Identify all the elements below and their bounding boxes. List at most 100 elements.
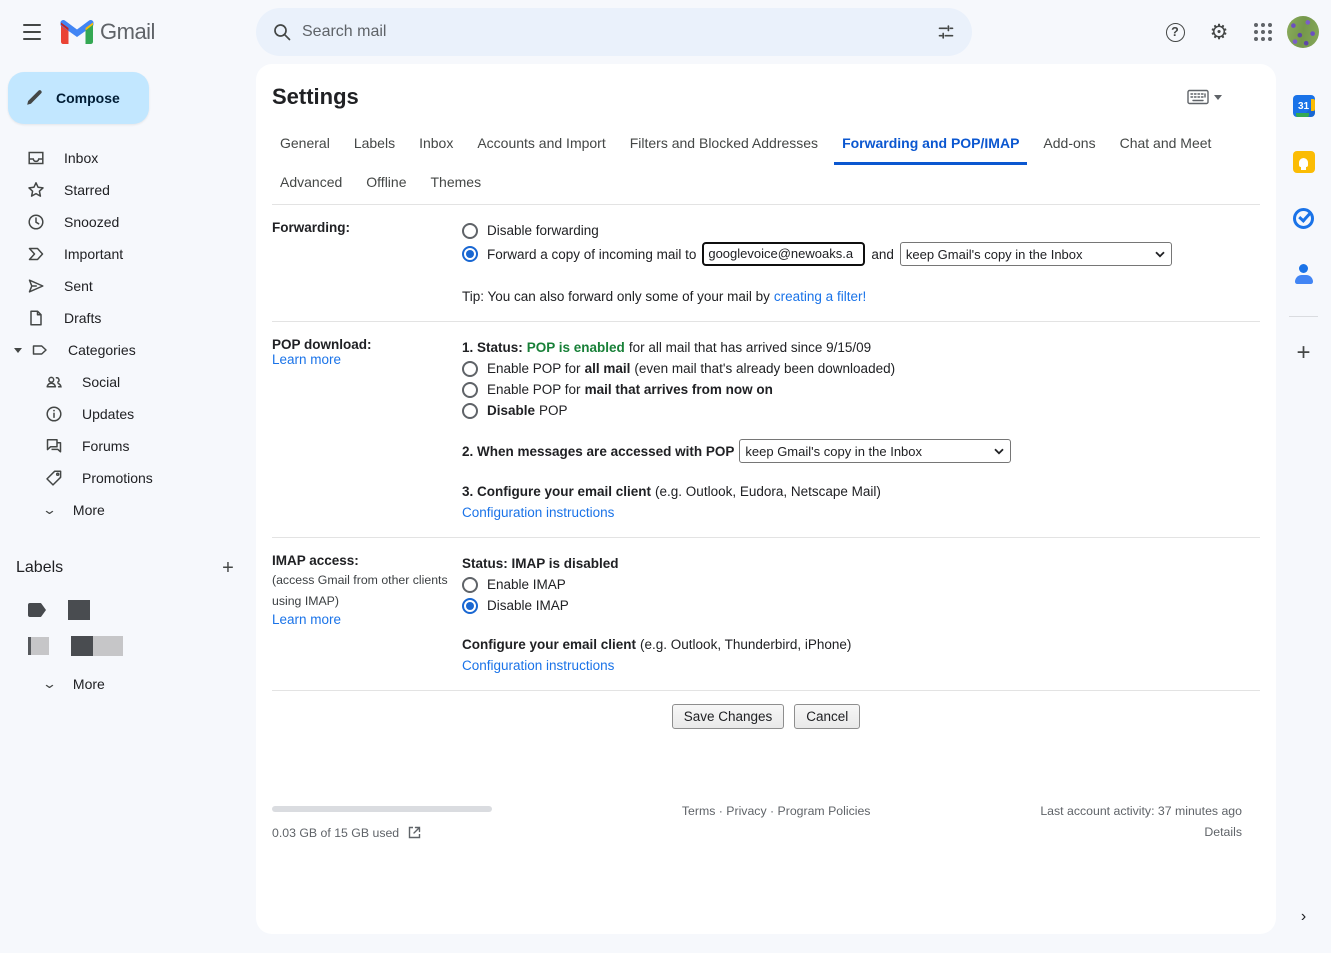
category-tag-icon [30,340,50,360]
save-changes-button[interactable]: Save Changes [672,704,785,729]
disable-forwarding-radio[interactable] [462,223,478,239]
tab-inbox[interactable]: Inbox [411,126,461,165]
star-icon [26,180,46,200]
pop-learn-more-link[interactable]: Learn more [272,352,341,367]
forward-address-select[interactable]: googlevoice@newoaks.a [702,242,865,266]
sidebar-item-forums[interactable]: Forums [0,430,256,462]
forward-copy-radio[interactable] [462,246,478,262]
expand-triangle-icon [14,348,22,353]
open-in-new-icon[interactable] [407,825,422,840]
imap-access-section: IMAP access: (access Gmail from other cl… [256,538,1276,690]
right-side-panel: 31 + › [1276,64,1331,953]
rail-divider [1289,316,1318,317]
tab-labels[interactable]: Labels [346,126,403,165]
tab-advanced[interactable]: Advanced [272,165,350,204]
redacted-label-text [71,636,123,656]
hide-side-panel-chevron-icon[interactable]: › [1284,897,1324,937]
left-sidebar: Compose Inbox Starred Snoozed Important … [0,64,256,953]
gmail-logo: Gmail [60,19,155,45]
help-icon[interactable]: ? [1155,12,1195,52]
settings-footer: 0.03 GB of 15 GB used Terms · Privacy · … [256,798,1276,840]
keep-icon[interactable] [1284,142,1324,182]
pop-action-select[interactable]: keep Gmail's copy in the Inbox [739,439,1011,463]
legal-links[interactable]: Terms · Privacy · Program Policies [512,798,1040,818]
tab-offline[interactable]: Offline [358,165,414,204]
imap-status: Status: IMAP is disabled [462,553,619,574]
sidebar-item-drafts[interactable]: Drafts [0,302,256,334]
contacts-icon[interactable] [1284,254,1324,294]
search-input[interactable] [302,23,926,41]
label-row-2[interactable] [0,628,256,664]
google-apps-icon[interactable] [1243,12,1283,52]
storage-usage-text: 0.03 GB of 15 GB used [272,826,399,840]
last-account-activity: Last account activity: 37 minutes ago [1040,804,1242,818]
imap-configuration-instructions-link[interactable]: Configuration instructions [462,655,614,676]
keyboard-icon [1187,89,1209,105]
search-icon[interactable] [262,12,302,52]
sidebar-item-inbox[interactable]: Inbox [0,142,256,174]
pop-download-section: POP download: Learn more 1. Status: POP … [256,322,1276,537]
send-icon [26,276,46,296]
disable-pop-radio[interactable] [462,403,478,419]
get-add-ons-plus-icon[interactable]: + [1284,333,1324,373]
info-icon [44,404,64,424]
enable-pop-from-now-radio[interactable] [462,382,478,398]
pencil-icon [24,88,44,108]
tab-general[interactable]: General [272,126,338,165]
top-bar: Gmail ? ⚙ [0,0,1331,64]
settings-panel: Settings General Labels Inbox Accounts a… [256,64,1276,934]
enable-imap-radio[interactable] [462,577,478,593]
create-label-plus-icon[interactable]: + [212,552,244,584]
inbox-icon [26,148,46,168]
cancel-button[interactable]: Cancel [794,704,860,729]
imap-sublabel: (access Gmail from other clients using I… [272,570,452,612]
sidebar-item-updates[interactable]: Updates [0,398,256,430]
tab-forwarding-and-pop-imap[interactable]: Forwarding and POP/IMAP [834,126,1027,165]
forward-action-select[interactable]: keep Gmail's copy in the Inbox [900,242,1172,266]
creating-a-filter-link[interactable]: creating a filter! [774,286,866,307]
labels-more[interactable]: ⌄ More [0,668,256,700]
account-avatar[interactable] [1287,16,1319,48]
sidebar-item-sent[interactable]: Sent [0,270,256,302]
tasks-icon[interactable] [1284,198,1324,238]
tab-chat-and-meet[interactable]: Chat and Meet [1112,126,1220,165]
chat-icon [44,436,64,456]
gmail-m-icon [60,19,94,45]
chevron-down-icon: ⌄ [42,676,57,692]
label-row-1[interactable] [0,592,256,628]
page-title: Settings [272,84,1187,110]
forwarding-label: Forwarding: [272,220,350,235]
settings-tabs: General Labels Inbox Accounts and Import… [256,116,1276,204]
tab-add-ons[interactable]: Add-ons [1035,126,1103,165]
compose-button[interactable]: Compose [8,72,149,124]
pop-status-value: POP is enabled [527,337,625,358]
label-tag-icon [28,637,49,655]
search-options-icon[interactable] [926,12,966,52]
settings-gear-icon[interactable]: ⚙ [1199,12,1239,52]
people-icon [44,372,64,392]
disable-imap-radio[interactable] [462,598,478,614]
details-link[interactable]: Details [1204,825,1242,839]
sidebar-item-categories[interactable]: Categories [0,334,256,366]
main-menu-button[interactable] [12,12,52,52]
sidebar-item-snoozed[interactable]: Snoozed [0,206,256,238]
enable-pop-all-mail-radio[interactable] [462,361,478,377]
imap-learn-more-link[interactable]: Learn more [272,612,341,627]
tab-filters-and-blocked-addresses[interactable]: Filters and Blocked Addresses [622,126,826,165]
tab-themes[interactable]: Themes [423,165,490,204]
sidebar-item-important[interactable]: Important [0,238,256,270]
chevron-down-icon [994,448,1004,455]
search-bar[interactable] [256,8,972,56]
sidebar-item-social[interactable]: Social [0,366,256,398]
pop-configuration-instructions-link[interactable]: Configuration instructions [462,502,614,523]
clock-icon [26,212,46,232]
chevron-down-icon [1155,251,1165,258]
sidebar-item-promotions[interactable]: Promotions [0,462,256,494]
tab-accounts-and-import[interactable]: Accounts and Import [469,126,613,165]
sidebar-item-more[interactable]: ⌄ More [0,494,256,526]
sidebar-item-starred[interactable]: Starred [0,174,256,206]
input-tools-toggle[interactable] [1187,89,1222,105]
forwarding-section: Forwarding: Disable forwarding Forward a… [256,205,1276,321]
calendar-icon[interactable]: 31 [1284,86,1324,126]
draft-file-icon [26,308,46,328]
